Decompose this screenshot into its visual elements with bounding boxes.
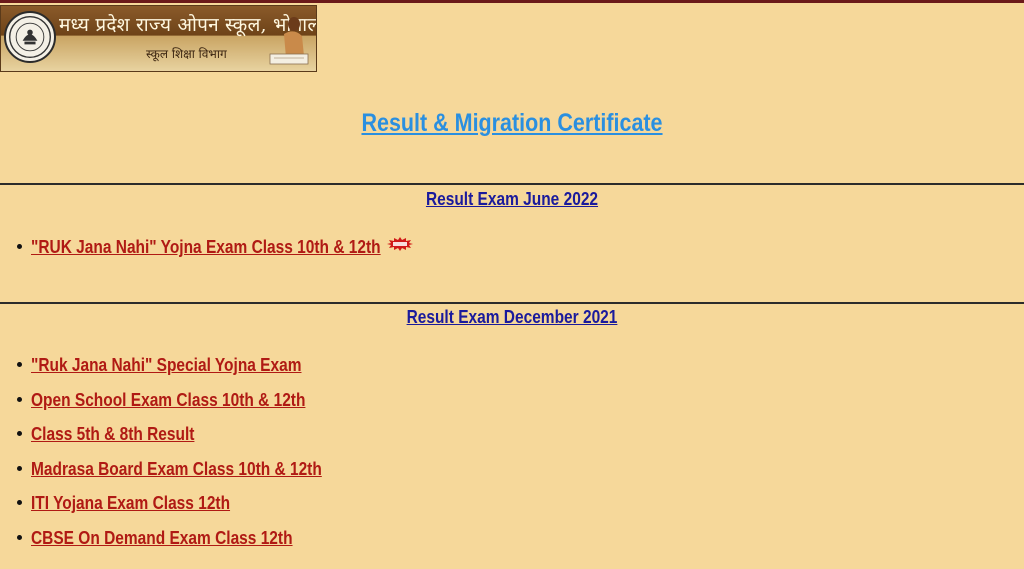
header-banner: मध्य प्रदेश राज्य ओपन स्कूल, भोपाल स्कूल…	[0, 5, 317, 72]
result-link-ruk-jana-nahi-2022[interactable]: "RUK Jana Nahi" Yojna Exam Class 10th & …	[31, 235, 381, 259]
divider	[0, 183, 1024, 185]
page-title[interactable]: Result & Migration Certificate	[72, 109, 953, 138]
bullet-icon	[17, 431, 22, 436]
bullet-icon	[17, 500, 22, 505]
result-link-class-5-8[interactable]: Class 5th & 8th Result	[31, 422, 194, 446]
result-link-cbse-on-demand[interactable]: CBSE On Demand Exam Class 12th	[31, 526, 293, 550]
section-heading-june-2022[interactable]: Result Exam June 2022	[72, 189, 953, 210]
result-link-open-school[interactable]: Open School Exam Class 10th & 12th	[31, 388, 305, 412]
result-link-iti-yojana[interactable]: ITI Yojana Exam Class 12th	[31, 491, 230, 515]
bullet-icon	[17, 534, 22, 540]
section-heading-december-2021[interactable]: Result Exam December 2021	[72, 307, 953, 328]
result-list-june-2022: "RUK Jana Nahi" Yojna Exam Class 10th & …	[0, 235, 413, 270]
result-link-ruk-jana-nahi-special[interactable]: "Ruk Jana Nahi" Special Yojna Exam	[31, 353, 301, 377]
result-link-madrasa-board[interactable]: Madrasa Board Exam Class 10th & 12th	[31, 457, 322, 481]
new-badge-icon	[386, 235, 413, 259]
list-item: ITI Yojana Exam Class 12th	[0, 491, 369, 526]
bullet-icon	[17, 362, 22, 367]
list-item: CBSE On Demand Exam Class 12th	[0, 526, 369, 561]
divider	[0, 302, 1024, 304]
bullet-icon	[17, 396, 22, 402]
list-item: Class 5th & 8th Result	[0, 422, 369, 457]
list-item: "RUK Jana Nahi" Yojna Exam Class 10th & …	[0, 235, 413, 270]
student-illustration-icon	[264, 12, 312, 70]
list-item: Open School Exam Class 10th & 12th	[0, 388, 369, 423]
list-item: "Ruk Jana Nahi" Special Yojna Exam	[0, 353, 369, 388]
bullet-icon	[17, 465, 22, 471]
list-item: Madrasa Board Exam Class 10th & 12th	[0, 457, 369, 492]
emblem-icon	[4, 11, 56, 63]
banner-subtitle: स्कूल शिक्षा विभाग	[146, 47, 227, 61]
bullet-icon	[17, 244, 22, 249]
result-list-december-2021: "Ruk Jana Nahi" Special Yojna Exam Open …	[0, 353, 369, 560]
